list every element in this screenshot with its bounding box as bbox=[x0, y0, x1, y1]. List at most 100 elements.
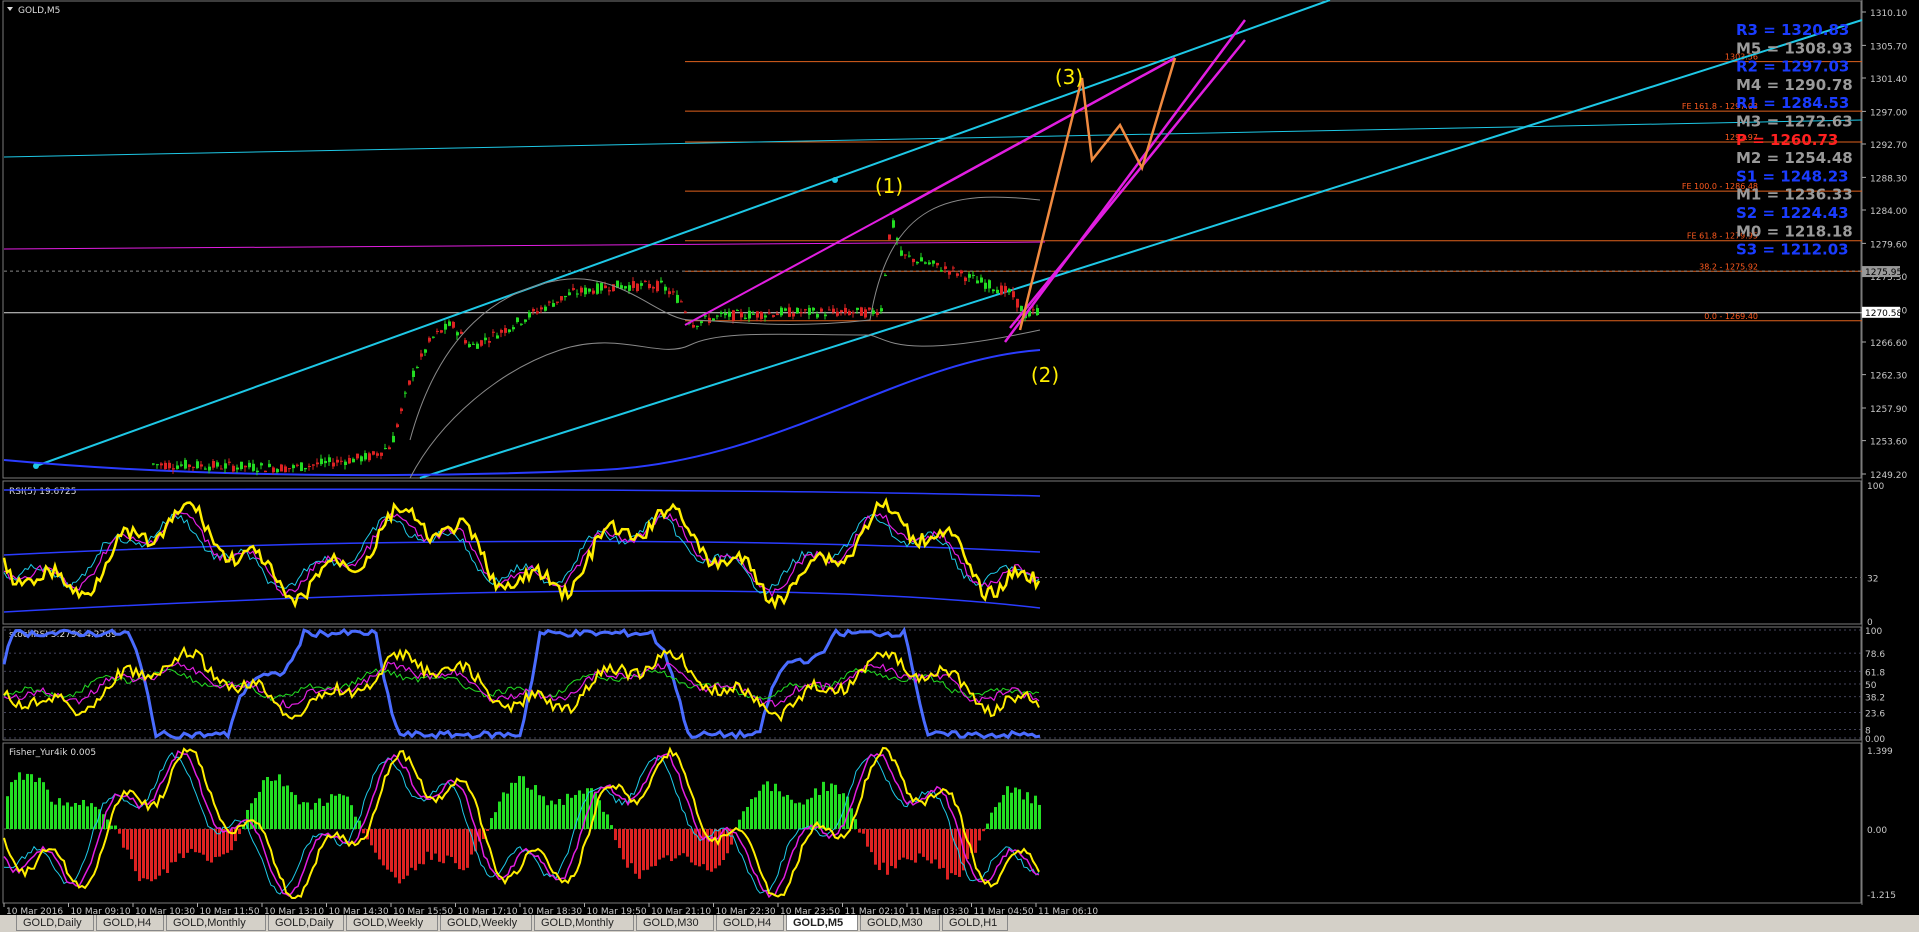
fisher-histogram-bar bbox=[290, 792, 293, 829]
candle-body bbox=[328, 457, 331, 463]
fisher-histogram-bar bbox=[526, 787, 529, 829]
projection-arrow-upper bbox=[889, 56, 1176, 216]
chart-tab[interactable]: GOLD,M30 bbox=[860, 915, 940, 931]
rsi-tick-label: 32 bbox=[1867, 574, 1878, 584]
price-tick-label: 1257.90 bbox=[1870, 405, 1907, 415]
fisher-histogram-bar bbox=[466, 829, 469, 868]
candle-body bbox=[192, 466, 195, 468]
chart-tab[interactable]: GOLD,Daily bbox=[268, 915, 344, 931]
candle-body bbox=[524, 319, 527, 322]
candle-body bbox=[848, 311, 851, 316]
fisher-histogram-bar bbox=[326, 802, 329, 829]
panel-frame-0 bbox=[2, 0, 1862, 479]
fisher-histogram-bar bbox=[910, 829, 913, 861]
fisher-histogram-bar bbox=[190, 829, 193, 849]
fisher-histogram-bar bbox=[238, 829, 241, 835]
fisher-histogram-bar bbox=[570, 797, 573, 829]
candle-body bbox=[748, 310, 751, 319]
fisher-histogram-bar bbox=[786, 794, 789, 829]
time-axis-label: 10 Mar 23:50 bbox=[780, 907, 840, 915]
fisher-histogram-bar bbox=[998, 802, 1001, 829]
candle-body bbox=[800, 312, 803, 314]
fisher-histogram-bar bbox=[74, 802, 77, 829]
fisher-histogram-bar bbox=[510, 782, 513, 829]
price-tick-label: 1253.60 bbox=[1870, 438, 1907, 448]
fisher-histogram-bar bbox=[542, 796, 545, 829]
stochrsi-tick-label: 50 bbox=[1865, 681, 1877, 691]
fisher-histogram-bar bbox=[978, 829, 981, 841]
fisher-histogram-bar bbox=[894, 829, 897, 869]
fisher-histogram-bar bbox=[770, 791, 773, 829]
fisher-histogram-bar bbox=[198, 829, 201, 853]
candle-body bbox=[484, 337, 487, 341]
candle-body bbox=[652, 287, 655, 289]
chart-tab[interactable]: GOLD,H1 bbox=[942, 915, 1008, 931]
stochrsi-magenta-line bbox=[3, 661, 1040, 709]
fisher-histogram-bar bbox=[658, 829, 661, 860]
chart-tab[interactable]: GOLD,M30 bbox=[636, 915, 714, 931]
fisher-title: Fisher_Yur4ik 0.005 bbox=[9, 748, 96, 758]
fisher-histogram-bar bbox=[994, 807, 997, 829]
terminal-window: 1310.10 1305.70 1301.40 1297.00 1292.70 1288.… bbox=[0, 0, 1919, 932]
fisher-histogram-bar bbox=[462, 829, 465, 871]
panel-frame-2 bbox=[2, 626, 1862, 741]
fisher-histogram-bar bbox=[46, 789, 49, 829]
fisher-histogram-bar bbox=[662, 829, 665, 858]
candle-body bbox=[1036, 308, 1039, 315]
fisher-histogram-bar bbox=[550, 800, 553, 829]
candle-body bbox=[572, 288, 575, 290]
fisher-histogram-bar bbox=[154, 829, 157, 880]
chart-tab[interactable]: GOLD,Monthly bbox=[166, 915, 266, 931]
rsi-title: RSI(5) 19.6725 bbox=[9, 487, 76, 497]
candle-body bbox=[768, 312, 771, 314]
time-axis-label: 10 Mar 17:10 bbox=[458, 907, 518, 915]
candle-body bbox=[880, 308, 883, 312]
pivot-label: S3 = 1212.03 bbox=[1736, 241, 1849, 259]
candle-body bbox=[900, 250, 903, 256]
chart-tab[interactable]: GOLD,H4 bbox=[96, 915, 164, 931]
chart-tab[interactable]: GOLD,H4 bbox=[716, 915, 784, 931]
candle-body bbox=[940, 270, 943, 272]
rsi-signal-line bbox=[3, 513, 1040, 595]
fisher-histogram-bar bbox=[370, 829, 373, 846]
fisher-histogram-bar bbox=[1010, 792, 1013, 829]
chart-tab[interactable]: GOLD,Weekly bbox=[346, 915, 438, 931]
candle-body bbox=[376, 453, 379, 456]
fisher-histogram-bar bbox=[1022, 799, 1025, 829]
candle-body bbox=[632, 281, 635, 288]
fisher-histogram-bar bbox=[282, 786, 285, 829]
fisher-histogram-bar bbox=[266, 776, 269, 829]
price-tick-label: 1297.00 bbox=[1870, 108, 1907, 118]
fisher-histogram-bar bbox=[866, 829, 869, 847]
candle-body bbox=[588, 288, 591, 292]
fisher-histogram-bar bbox=[178, 829, 181, 854]
chart-tab[interactable]: GOLD,Monthly bbox=[534, 915, 634, 931]
chart-tab[interactable]: GOLD,M5 bbox=[786, 915, 858, 931]
fisher-histogram-bar bbox=[602, 811, 605, 829]
chart-area[interactable]: 1310.10 1305.70 1301.40 1297.00 1292.70 1288.… bbox=[0, 0, 1919, 915]
time-axis-label: 11 Mar 04:50 bbox=[974, 907, 1034, 915]
candle-body bbox=[952, 267, 955, 269]
fisher-histogram-bar bbox=[690, 829, 693, 863]
fisher-histogram-bar bbox=[402, 829, 405, 880]
candle-body bbox=[156, 464, 159, 466]
fisher-histogram-bar bbox=[86, 806, 89, 829]
fisher-histogram-bar bbox=[350, 805, 353, 829]
candle-body bbox=[268, 463, 271, 467]
candle-body bbox=[788, 307, 791, 317]
fisher-histogram-bar bbox=[618, 829, 621, 849]
candle-body bbox=[412, 370, 415, 377]
pivot-label: M3 = 1272.63 bbox=[1736, 113, 1853, 131]
fisher-histogram-bar bbox=[1002, 794, 1005, 829]
fisher-histogram-bar bbox=[614, 829, 617, 841]
fisher-histogram-bar bbox=[762, 784, 765, 829]
chart-tab[interactable]: GOLD,Daily bbox=[16, 915, 94, 931]
candle-body bbox=[352, 458, 355, 463]
fisher-histogram-bar bbox=[330, 794, 333, 829]
candle-body bbox=[172, 468, 175, 470]
fisher-histogram-bar bbox=[934, 829, 937, 860]
fisher-histogram-bar bbox=[138, 829, 141, 882]
chart-tab[interactable]: GOLD,Weekly bbox=[440, 915, 532, 931]
fisher-histogram-bar bbox=[782, 796, 785, 829]
fisher-histogram-bar bbox=[906, 829, 909, 860]
